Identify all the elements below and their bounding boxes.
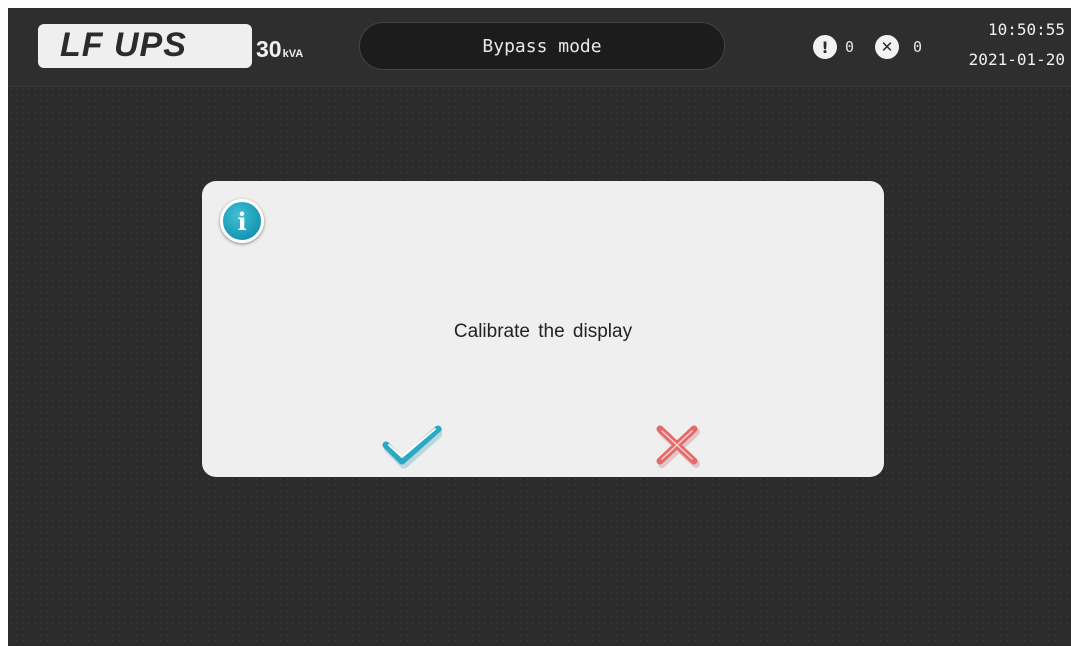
logo: LF UPS — [38, 24, 252, 68]
top-bar: LF UPS 30kVA Bypass mode ! 0 ✕ 0 10:50:5… — [8, 8, 1071, 87]
logo-text: LF UPS — [60, 26, 187, 64]
operating-mode-display[interactable]: Bypass mode — [359, 22, 725, 70]
power-rating: 30kVA — [256, 36, 303, 63]
alarm-count: 0 — [845, 38, 855, 56]
rating-unit: kVA — [282, 48, 304, 60]
mode-label: Bypass mode — [482, 35, 602, 57]
clock-date: 2021-01-20 — [968, 50, 1065, 69]
checkmark-icon — [382, 425, 442, 469]
ups-screen: LF UPS 30kVA Bypass mode ! 0 ✕ 0 10:50:5… — [8, 8, 1071, 646]
rating-value: 30 — [256, 36, 282, 62]
dialog-message: Calibrate the display — [453, 321, 633, 342]
cancel-button[interactable] — [652, 421, 702, 469]
fault-count: 0 — [913, 38, 923, 56]
x-circle-icon[interactable]: ✕ — [875, 35, 899, 59]
calibration-dialog: i Calibrate the display — [202, 181, 884, 477]
confirm-button[interactable] — [382, 421, 442, 469]
info-icon: i — [220, 199, 264, 243]
cross-icon — [656, 425, 700, 468]
exclamation-circle-icon[interactable]: ! — [813, 35, 837, 59]
clock-time: 10:50:55 — [987, 20, 1065, 39]
